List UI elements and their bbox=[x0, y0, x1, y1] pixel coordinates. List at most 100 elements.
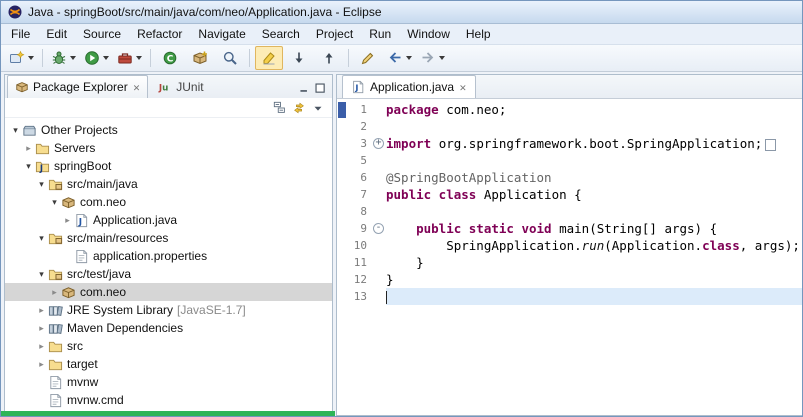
close-icon[interactable] bbox=[128, 80, 141, 94]
title-bar[interactable]: Java - springBoot/src/main/java/com/neo/… bbox=[1, 1, 802, 24]
line-number[interactable]: 7 bbox=[337, 186, 371, 203]
tree-item-application-java[interactable]: Application.java bbox=[5, 211, 332, 229]
fold-expanded-icon[interactable] bbox=[373, 223, 384, 234]
code-text[interactable] bbox=[386, 152, 802, 169]
code-text[interactable]: } bbox=[386, 254, 802, 271]
line-number[interactable]: 10 bbox=[337, 237, 371, 254]
collapse-arrow-icon[interactable] bbox=[35, 337, 48, 355]
collapse-arrow-icon[interactable] bbox=[35, 301, 48, 319]
new-wizard-button[interactable] bbox=[6, 46, 37, 70]
collapse-arrow-icon[interactable] bbox=[61, 211, 74, 229]
maximize-view-icon[interactable] bbox=[314, 82, 327, 95]
debug-button[interactable] bbox=[48, 46, 79, 70]
line-number[interactable]: 6 bbox=[337, 169, 371, 186]
collapse-arrow-icon[interactable] bbox=[35, 355, 48, 373]
tree-item-label: Other Projects bbox=[41, 123, 118, 137]
tree-item-src-test-java[interactable]: src/test/java bbox=[5, 265, 332, 283]
tree-item-src[interactable]: src bbox=[5, 337, 332, 355]
code-text[interactable]: public static void main(String[] args) { bbox=[386, 220, 802, 237]
tree-item-application-properties[interactable]: application.properties bbox=[5, 247, 332, 265]
menu-project[interactable]: Project bbox=[308, 25, 361, 43]
expand-arrow-icon[interactable] bbox=[35, 265, 48, 283]
menu-source[interactable]: Source bbox=[75, 25, 129, 43]
last-edit-location-button[interactable] bbox=[354, 46, 382, 70]
tab-application-java[interactable]: Application.java bbox=[342, 75, 476, 98]
code-text[interactable] bbox=[386, 203, 802, 220]
tree-item-target[interactable]: target bbox=[5, 355, 332, 373]
expand-arrow-icon[interactable] bbox=[35, 229, 48, 247]
tree-item-com-neo[interactable]: com.neo bbox=[5, 193, 332, 211]
code-text[interactable] bbox=[386, 288, 802, 305]
minimize-view-icon[interactable] bbox=[298, 82, 311, 95]
tab-package-explorer[interactable]: Package Explorer bbox=[7, 75, 149, 98]
run-button[interactable] bbox=[81, 46, 112, 70]
menu-search[interactable]: Search bbox=[254, 25, 308, 43]
code-line: 1 package com.neo; bbox=[337, 101, 802, 118]
range-indicator bbox=[338, 102, 346, 118]
code-text[interactable]: @SpringBootApplication bbox=[386, 169, 802, 186]
new-java-package-button[interactable] bbox=[186, 46, 214, 70]
tree-item-servers[interactable]: Servers bbox=[5, 139, 332, 157]
expand-arrow-icon[interactable] bbox=[48, 193, 61, 211]
code-editor[interactable]: 1package com.neo; 2 3 import org.springfr… bbox=[337, 99, 802, 415]
tree-item-com-neo-test[interactable]: com.neo bbox=[5, 283, 332, 301]
menu-file[interactable]: File bbox=[3, 25, 38, 43]
menu-run[interactable]: Run bbox=[361, 25, 399, 43]
collapse-arrow-icon[interactable] bbox=[48, 283, 61, 301]
line-number[interactable]: 12 bbox=[337, 271, 371, 288]
mark-occurrences-toggle[interactable] bbox=[255, 46, 283, 70]
tree-item-maven-dependencies[interactable]: Maven Dependencies bbox=[5, 319, 332, 337]
expand-arrow-icon[interactable] bbox=[9, 121, 22, 139]
tree-item-springboot[interactable]: springBoot bbox=[5, 157, 332, 175]
forward-button[interactable] bbox=[417, 46, 448, 70]
line-number[interactable]: 5 bbox=[337, 152, 371, 169]
view-menu-icon[interactable] bbox=[311, 101, 325, 115]
line-number[interactable]: 2 bbox=[337, 118, 371, 135]
search-button[interactable] bbox=[216, 46, 244, 70]
menu-navigate[interactable]: Navigate bbox=[190, 25, 253, 43]
next-annotation-button[interactable] bbox=[285, 46, 313, 70]
explorer-tab-bar: Package Explorer JUnit bbox=[5, 75, 332, 98]
code-text[interactable]: SpringApplication.run(Application.class,… bbox=[386, 237, 802, 254]
expand-arrow-icon[interactable] bbox=[35, 175, 48, 193]
external-tools-button[interactable] bbox=[114, 46, 145, 70]
line-number[interactable]: 13 bbox=[337, 288, 371, 305]
previous-annotation-button[interactable] bbox=[315, 46, 343, 70]
link-with-editor-icon[interactable] bbox=[292, 101, 306, 115]
menu-help[interactable]: Help bbox=[458, 25, 499, 43]
code-text[interactable] bbox=[386, 118, 802, 135]
fold-column bbox=[371, 152, 386, 169]
expand-arrow-icon[interactable] bbox=[22, 157, 35, 175]
tree-item-src-main-resources[interactable]: src/main/resources bbox=[5, 229, 332, 247]
fold-collapsed-icon[interactable] bbox=[373, 138, 384, 149]
tab-junit[interactable]: JUnit bbox=[150, 75, 211, 98]
java-file-icon bbox=[74, 213, 89, 228]
new-java-class-button[interactable] bbox=[156, 46, 184, 70]
folded-region-box[interactable] bbox=[765, 138, 777, 151]
line-number[interactable]: 9 bbox=[337, 220, 371, 237]
menu-edit[interactable]: Edit bbox=[38, 25, 75, 43]
collapse-arrow-icon[interactable] bbox=[35, 319, 48, 337]
collapse-all-icon[interactable] bbox=[273, 101, 287, 115]
code-line-current: 13 bbox=[337, 288, 802, 305]
tree-item-src-main-java[interactable]: src/main/java bbox=[5, 175, 332, 193]
menu-refactor[interactable]: Refactor bbox=[129, 25, 190, 43]
tree-item-mvnw[interactable]: mvnw bbox=[5, 373, 332, 391]
collapse-arrow-icon[interactable] bbox=[22, 139, 35, 157]
line-number[interactable]: 3 bbox=[337, 135, 371, 152]
text-caret bbox=[386, 291, 387, 304]
tree-item-label: com.neo bbox=[80, 285, 127, 299]
menu-window[interactable]: Window bbox=[399, 25, 458, 43]
tree-item-other-projects[interactable]: Other Projects bbox=[5, 121, 332, 139]
tree-item-mvnw-cmd[interactable]: mvnw.cmd bbox=[5, 391, 332, 409]
code-text[interactable]: } bbox=[386, 271, 802, 288]
tree-item-jre-system-library[interactable]: JRE System Library[JavaSE-1.7] bbox=[5, 301, 332, 319]
line-number[interactable]: 11 bbox=[337, 254, 371, 271]
project-tree[interactable]: Other Projects Servers springBoot src/ma… bbox=[5, 118, 332, 415]
line-number[interactable]: 8 bbox=[337, 203, 371, 220]
back-button[interactable] bbox=[384, 46, 415, 70]
code-text[interactable]: package com.neo; bbox=[386, 101, 802, 118]
code-text[interactable]: import org.springframework.boot.SpringAp… bbox=[386, 135, 802, 152]
code-text[interactable]: public class Application { bbox=[386, 186, 802, 203]
close-icon[interactable] bbox=[454, 80, 467, 94]
